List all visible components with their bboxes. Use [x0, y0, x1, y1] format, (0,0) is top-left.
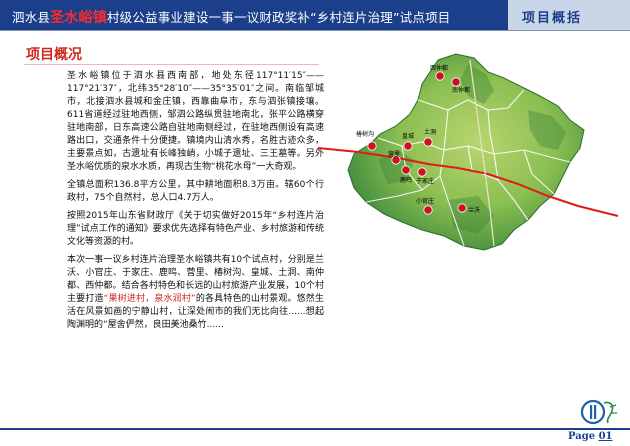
document-title: 泗水县圣水峪镇村级公益事业建设一事一议财政奖补“乡村连片治理”试点项目	[12, 7, 450, 27]
footer-divider	[0, 428, 630, 430]
logo-bar	[594, 405, 597, 419]
village-label: 于家庄	[416, 177, 434, 185]
logo-bar	[590, 405, 593, 419]
section-title: 项目概况	[26, 47, 82, 63]
body-text: 圣水峪镇位于泗水县西南部，地处东径117°11′15″——117°21′37″，…	[67, 70, 324, 332]
paragraph-location: 圣水峪镇位于泗水县西南部，地处东径117°11′15″——117°21′37″，…	[67, 71, 324, 172]
paragraph-pilot-villages: 本次一事一议乡村连片治理圣水峪镇共有10个试点村，分别是兰沃、小官庄、于家庄、鹿…	[67, 254, 324, 332]
marker-dot	[451, 77, 461, 87]
emblem-logo	[580, 399, 617, 425]
marker-dot	[423, 137, 433, 147]
village-label: 南仲都	[452, 86, 470, 94]
header-bar: 泗水县圣水峪镇村级公益事业建设一事一议财政奖补“乡村连片治理”试点项目	[0, 0, 508, 30]
township-map: 西仲都 南仲都 椿树沟 皇城 土洞 营里 鹿鸣 于家庄 小官庄 兰沃	[318, 53, 619, 251]
section-divider	[24, 64, 319, 65]
marker-dot	[457, 203, 467, 213]
title-suffix: 村级公益事业建设一事一议财政奖补“乡村连片治理”试点项目	[106, 10, 451, 25]
page-number: Page 01	[568, 431, 613, 442]
village-label: 土洞	[424, 128, 436, 136]
header-section-label: 项目概括	[522, 11, 583, 26]
village-label: 鹿鸣	[400, 176, 412, 184]
village-label: 西仲都	[430, 64, 448, 72]
header-divider	[0, 30, 630, 31]
village-label: 椿树沟	[356, 130, 374, 138]
paragraph-area: 全镇总面积136.8平方公里，其中耕地面积8.3万亩。辖60个行政村，75个自然…	[67, 180, 324, 203]
pilot-slogan: “果树进村，泉水润村”	[103, 294, 196, 304]
page-prefix: Page	[568, 431, 596, 442]
paragraph-policy: 按照2015年山东省财政厅《关于切实做好2015年“乡村连片治理”试点工作的通知…	[67, 211, 324, 247]
marker-dot	[435, 71, 445, 81]
marker-dot	[401, 165, 411, 175]
title-highlight: 圣水峪镇	[50, 10, 107, 26]
page-number-value: 01	[598, 431, 613, 442]
marker-dot	[417, 167, 427, 177]
logo-ring	[580, 399, 606, 425]
village-label: 小官庄	[416, 197, 434, 205]
marker-dot	[367, 141, 377, 151]
village-label: 营里	[388, 150, 400, 158]
village-label: 皇城	[402, 132, 414, 140]
document-page: 泗水县圣水峪镇村级公益事业建设一事一议财政奖补“乡村连片治理”试点项目 项目概括…	[0, 0, 630, 446]
marker-dot	[423, 205, 433, 215]
village-label: 兰沃	[468, 206, 480, 214]
title-prefix: 泗水县	[12, 10, 51, 25]
marker-dot	[403, 141, 413, 151]
